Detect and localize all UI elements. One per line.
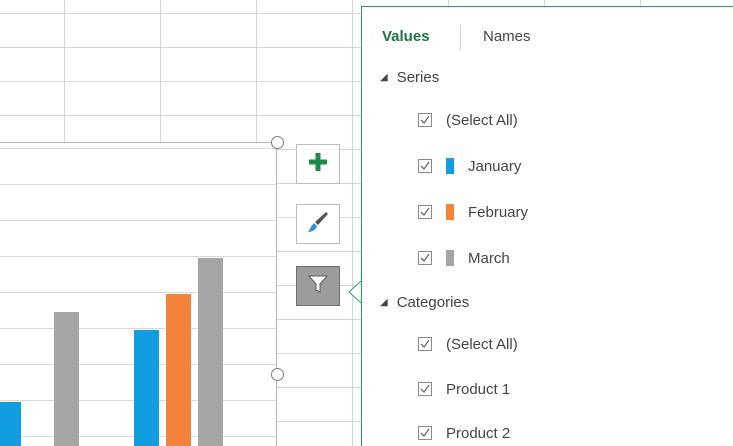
chart-bar-product2-january[interactable]	[134, 330, 159, 446]
chart-styles-button[interactable]	[296, 204, 340, 244]
tab-values[interactable]: Values	[382, 28, 430, 45]
checkbox-checked-icon[interactable]	[418, 113, 432, 127]
paintbrush-icon	[306, 210, 330, 239]
funnel-icon	[307, 273, 329, 300]
checkbox-checked-icon[interactable]	[418, 382, 432, 396]
series-select-all[interactable]: (Select All)	[418, 109, 518, 131]
chart-filters-button[interactable]	[296, 266, 340, 306]
series-january[interactable]: January	[418, 155, 521, 177]
series-select-all-label: (Select All)	[446, 111, 518, 129]
category-product-2-label: Product 2	[446, 424, 511, 442]
tab-names[interactable]: Names	[483, 28, 531, 45]
tab-separator	[460, 25, 461, 50]
series-group-label: Series	[396, 69, 440, 86]
chart-bar-product1-january[interactable]	[0, 402, 21, 446]
chart-resize-handle-top-right[interactable]	[271, 136, 284, 149]
chart-bar-product2-february[interactable]	[166, 294, 191, 446]
series-color-swatch	[446, 204, 454, 220]
category-product-1[interactable]: Product 1	[418, 378, 510, 400]
checkbox-checked-icon[interactable]	[418, 337, 432, 351]
series-january-label: January	[468, 157, 522, 175]
chart-elements-button[interactable]	[296, 144, 340, 184]
series-february-label: February	[468, 203, 529, 221]
checkbox-checked-icon[interactable]	[418, 426, 432, 440]
category-product-2[interactable]: Product 2	[418, 422, 510, 444]
chart-resize-handle-right[interactable]	[271, 368, 284, 381]
collapse-triangle-icon: ◢	[380, 72, 388, 83]
series-february[interactable]: February	[418, 201, 528, 223]
series-color-swatch	[446, 158, 454, 174]
categories-select-all[interactable]: (Select All)	[418, 333, 518, 355]
category-product-1-label: Product 1	[446, 380, 511, 398]
categories-group-header[interactable]: ◢ Categories	[380, 294, 469, 311]
checkbox-checked-icon[interactable]	[418, 205, 432, 219]
panel-pointer	[348, 281, 361, 303]
checkbox-checked-icon[interactable]	[418, 159, 432, 173]
series-color-swatch	[446, 250, 454, 266]
collapse-triangle-icon: ◢	[380, 297, 388, 308]
series-march-label: March	[468, 249, 510, 267]
chart-area[interactable]	[0, 142, 277, 446]
checkbox-checked-icon[interactable]	[418, 251, 432, 265]
plus-icon	[308, 152, 328, 177]
categories-group-label: Categories	[396, 294, 470, 311]
series-march[interactable]: March	[418, 247, 510, 269]
categories-select-all-label: (Select All)	[446, 335, 518, 353]
chart-bar-product1-march[interactable]	[54, 312, 79, 446]
chart-bar-product2-march[interactable]	[198, 258, 223, 446]
chart-filter-panel: Values Names ◢ Series (Select All) Januar…	[361, 6, 733, 446]
series-group-header[interactable]: ◢ Series	[380, 69, 439, 86]
